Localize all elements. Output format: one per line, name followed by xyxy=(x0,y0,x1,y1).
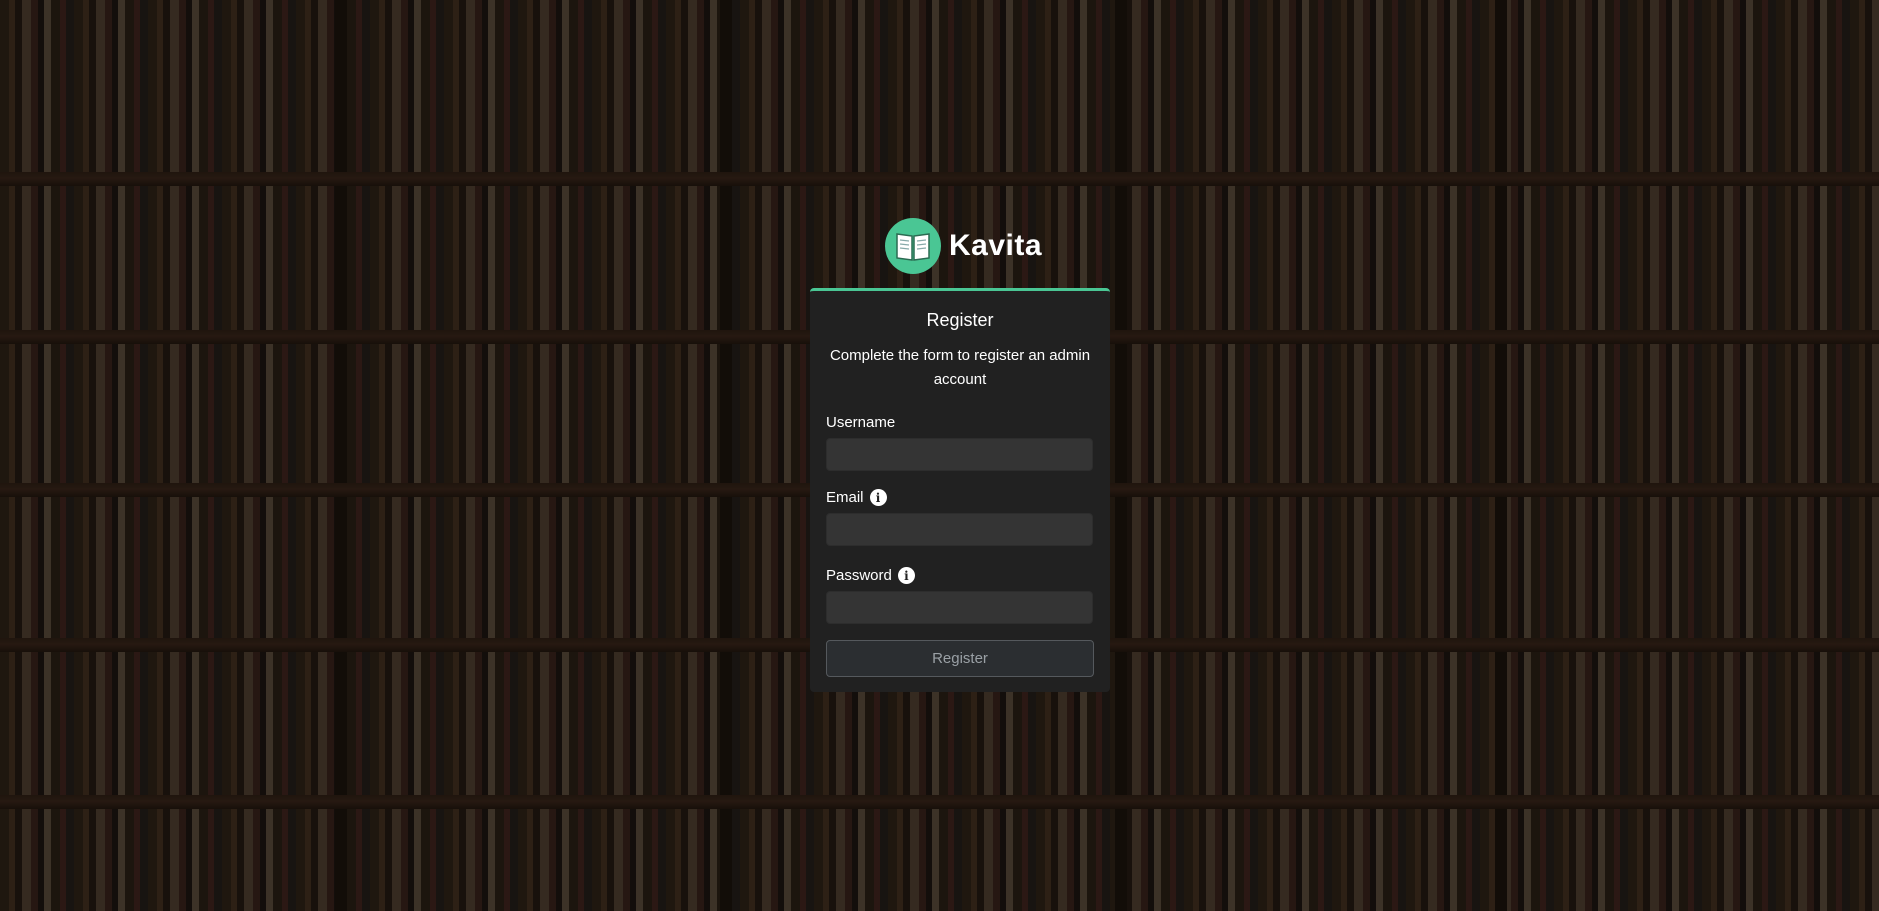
email-info-icon[interactable]: i xyxy=(869,489,887,506)
register-button[interactable]: Register xyxy=(826,640,1094,677)
email-label: Email i xyxy=(826,489,887,506)
username-input[interactable] xyxy=(826,438,1093,471)
password-info-icon[interactable]: i xyxy=(897,567,915,584)
email-input[interactable] xyxy=(826,513,1093,546)
password-label-text: Password xyxy=(826,567,892,584)
password-label: Password i xyxy=(826,567,915,584)
card-subtitle: Complete the form to register an admin a… xyxy=(829,347,1091,388)
brand: Kavita xyxy=(885,218,1042,274)
open-book-icon xyxy=(885,218,941,274)
register-card: Register Complete the form to register a… xyxy=(810,288,1110,692)
card-title: Register xyxy=(926,310,994,330)
app-name: Kavita xyxy=(949,229,1043,262)
username-label: Username xyxy=(826,414,895,431)
username-label-text: Username xyxy=(826,414,896,431)
email-label-text: Email xyxy=(826,489,864,506)
password-input[interactable] xyxy=(826,591,1093,624)
